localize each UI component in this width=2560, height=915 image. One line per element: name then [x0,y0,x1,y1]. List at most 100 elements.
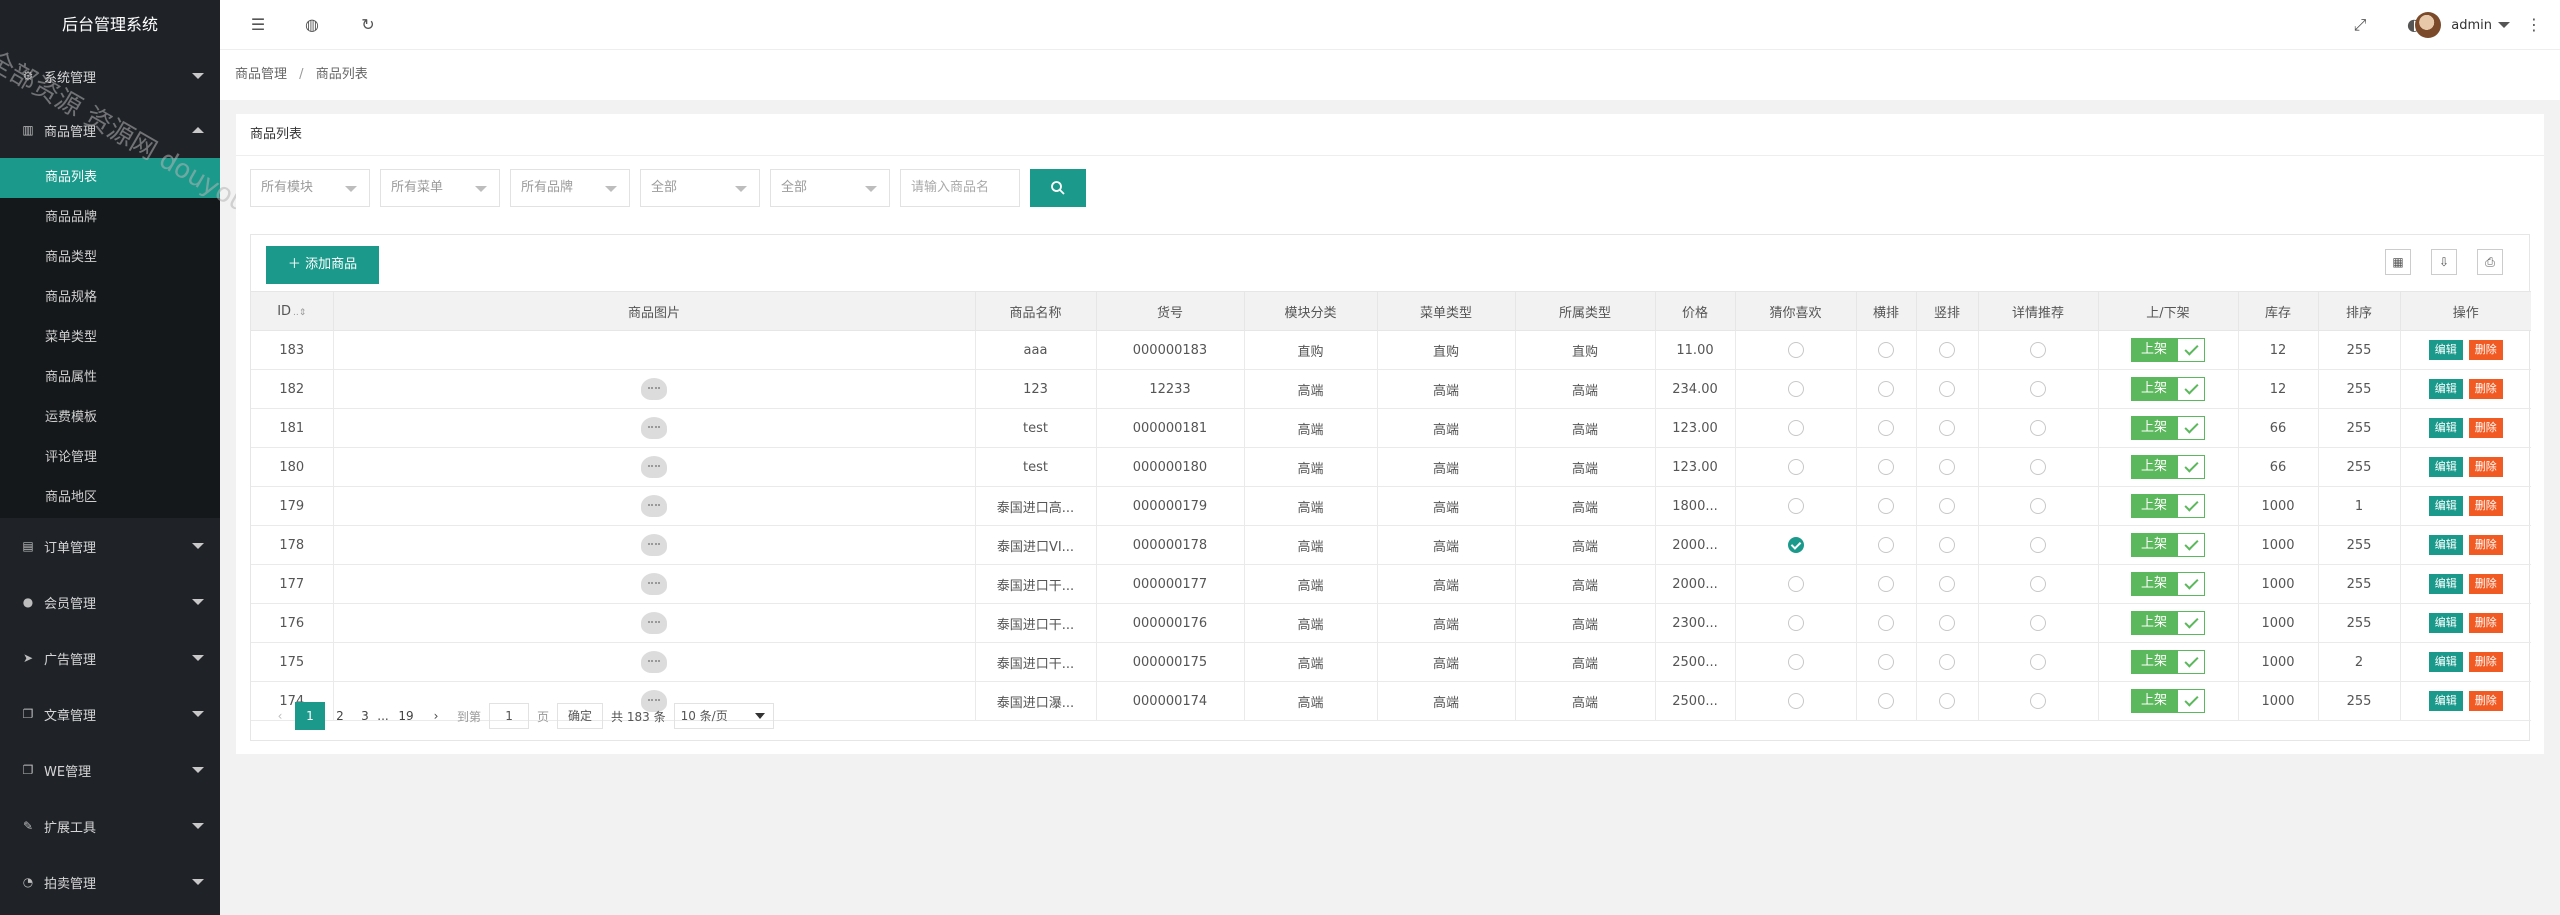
sidebar-item-menu-type[interactable]: 菜单类型 [0,318,220,358]
fullscreen-icon[interactable]: ⤢ [2350,15,2370,35]
sidebar-item-product-list[interactable]: 商品列表 [0,158,220,198]
product-thumbnail[interactable] [641,495,667,517]
sidebar-group-orders[interactable]: ▤ 订单管理 [0,518,220,574]
columns-icon[interactable]: ▦ [2385,249,2411,275]
sidebar-item-product-attr[interactable]: 商品属性 [0,358,220,398]
shelf-toggle[interactable]: 上架 [2131,533,2205,557]
delete-button[interactable]: 删除 [2468,652,2503,672]
add-product-button[interactable]: ＋ 添加商品 [266,246,379,284]
module-select[interactable]: 所有模块 [250,169,370,207]
sidebar-group-products[interactable]: ▥ 商品管理 [0,102,220,158]
detail-recommend-radio[interactable] [2030,654,2046,670]
shelf-toggle[interactable]: 上架 [2131,494,2205,518]
more-vertical-icon[interactable]: ⋮ [2526,15,2542,34]
guess-like-radio[interactable] [1787,459,1804,475]
edit-button[interactable]: 编辑 [2428,496,2463,516]
sort-icon[interactable]: ..⇕ [293,308,306,318]
menu-toggle-icon[interactable]: ☰ [248,15,268,35]
col-header-id[interactable]: ID ..⇕ [251,291,334,331]
detail-recommend-radio[interactable] [2030,342,2046,358]
delete-button[interactable]: 删除 [2468,574,2503,594]
page-1[interactable]: 1 [295,702,325,730]
guess-like-radio[interactable] [1787,576,1804,592]
sidebar-group-system[interactable]: ⚙ 系统管理 [0,50,220,102]
detail-recommend-radio[interactable] [2030,498,2046,514]
globe-icon[interactable]: ◍ [302,15,322,35]
sidebar-item-product-spec[interactable]: 商品规格 [0,278,220,318]
edit-button[interactable]: 编辑 [2428,340,2463,360]
sidebar-item-product-region[interactable]: 商品地区 [0,478,220,518]
page-19[interactable]: 19 [391,702,421,730]
guess-like-radio[interactable] [1787,537,1804,553]
guess-like-radio[interactable] [1787,654,1804,670]
product-thumbnail[interactable] [641,378,667,400]
horizontal-radio[interactable] [1878,420,1894,436]
delete-button[interactable]: 删除 [2468,613,2503,633]
sidebar-group-ads[interactable]: ➤ 广告管理 [0,630,220,686]
shelf-select[interactable]: 全部 [770,169,890,207]
shelf-toggle[interactable]: 上架 [2131,455,2205,479]
shelf-toggle[interactable]: 上架 [2131,572,2205,596]
vertical-radio[interactable] [1939,420,1955,436]
page-2[interactable]: 2 [325,702,355,730]
shelf-toggle[interactable]: 上架 [2131,416,2205,440]
refresh-icon[interactable]: ↻ [358,15,378,35]
brand-select[interactable]: 所有品牌 [510,169,630,207]
shelf-toggle[interactable]: 上架 [2131,611,2205,635]
guess-like-radio[interactable] [1787,381,1804,397]
print-icon[interactable]: ⎙ [2477,249,2503,275]
sidebar-item-product-type[interactable]: 商品类型 [0,238,220,278]
edit-button[interactable]: 编辑 [2428,613,2463,633]
delete-button[interactable]: 删除 [2468,418,2503,438]
page-size-select[interactable]: 10 条/页 [673,703,774,729]
user-menu[interactable]: admin [2415,12,2510,38]
shelf-toggle[interactable]: 上架 [2131,650,2205,674]
shelf-toggle[interactable]: 上架 [2131,338,2205,362]
vertical-radio[interactable] [1939,381,1955,397]
search-button[interactable] [1030,169,1086,207]
sidebar-group-articles[interactable]: ❐ 文章管理 [0,686,220,742]
horizontal-radio[interactable] [1878,459,1894,475]
detail-recommend-radio[interactable] [2030,459,2046,475]
vertical-radio[interactable] [1939,537,1955,553]
edit-button[interactable]: 编辑 [2428,379,2463,399]
goto-confirm-button[interactable]: 确定 [557,703,604,729]
delete-button[interactable]: 删除 [2468,457,2503,477]
export-icon[interactable]: ⇩ [2431,249,2457,275]
sidebar-group-tools[interactable]: ✎ 扩展工具 [0,798,220,854]
sidebar-item-product-brand[interactable]: 商品品牌 [0,198,220,238]
delete-button[interactable]: 删除 [2468,535,2503,555]
next-page-icon[interactable]: › [421,702,451,730]
detail-recommend-radio[interactable] [2030,537,2046,553]
edit-button[interactable]: 编辑 [2428,535,2463,555]
detail-recommend-radio[interactable] [2030,420,2046,436]
sidebar-item-shipping-template[interactable]: 运费模板 [0,398,220,438]
delete-button[interactable]: 删除 [2468,340,2503,360]
sidebar-item-comments[interactable]: 评论管理 [0,438,220,478]
detail-recommend-radio[interactable] [2030,693,2046,709]
product-thumbnail[interactable] [641,456,667,478]
guess-like-radio[interactable] [1787,615,1804,631]
product-thumbnail[interactable] [641,534,667,556]
guess-like-radio[interactable] [1787,498,1804,514]
prev-page-icon[interactable]: ‹ [265,702,295,730]
edit-button[interactable]: 编辑 [2428,652,2463,672]
edit-button[interactable]: 编辑 [2428,418,2463,438]
horizontal-radio[interactable] [1878,693,1894,709]
sidebar-group-auction[interactable]: ◔ 拍卖管理 [0,854,220,910]
vertical-radio[interactable] [1939,615,1955,631]
product-thumbnail[interactable] [641,612,667,634]
detail-recommend-radio[interactable] [2030,576,2046,592]
detail-recommend-radio[interactable] [2030,615,2046,631]
horizontal-radio[interactable] [1878,342,1894,358]
delete-button[interactable]: 删除 [2468,379,2503,399]
vertical-radio[interactable] [1939,654,1955,670]
shelf-toggle[interactable]: 上架 [2131,377,2205,401]
horizontal-radio[interactable] [1878,654,1894,670]
product-thumbnail[interactable] [641,651,667,673]
product-thumbnail[interactable] [641,417,667,439]
menu-select[interactable]: 所有菜单 [380,169,500,207]
delete-button[interactable]: 删除 [2468,496,2503,516]
vertical-radio[interactable] [1939,576,1955,592]
shelf-toggle[interactable]: 上架 [2131,689,2205,713]
